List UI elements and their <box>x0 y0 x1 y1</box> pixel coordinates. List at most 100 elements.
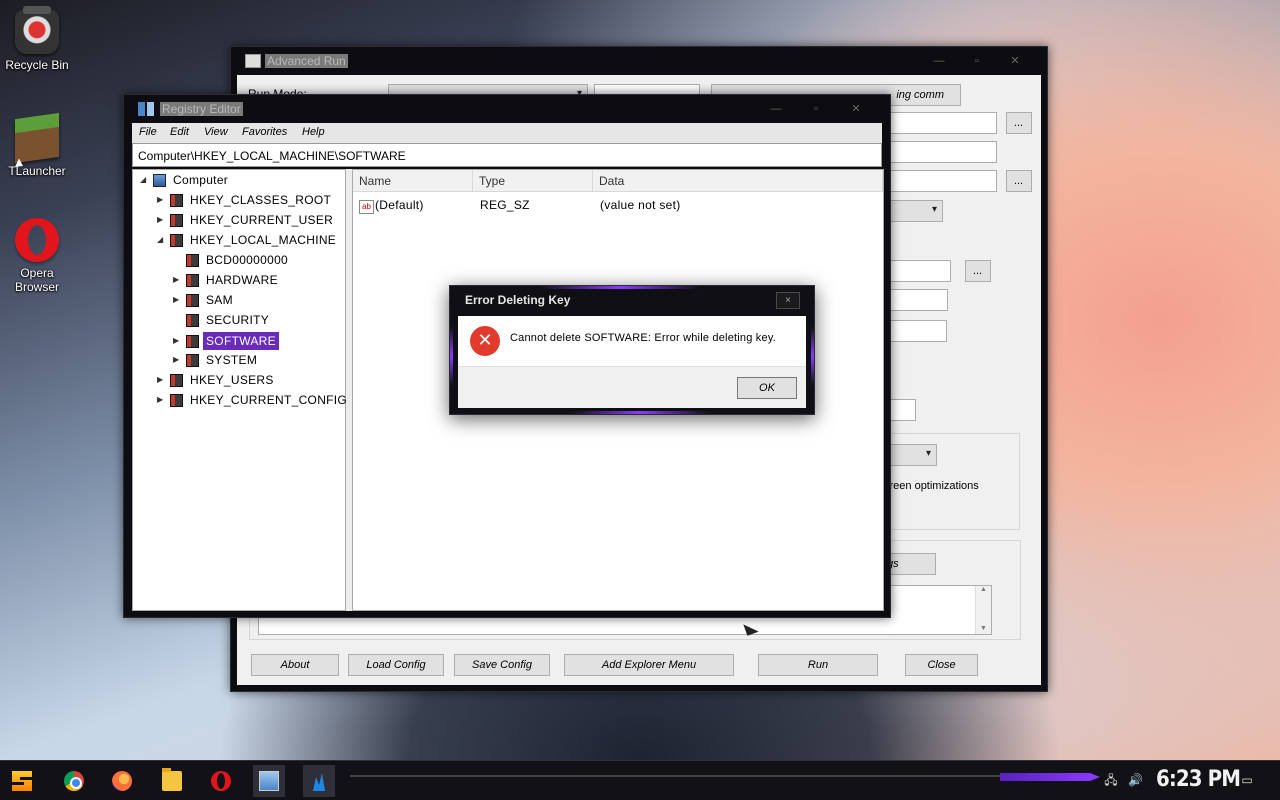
network-icon[interactable]: 🖧 <box>1104 773 1118 787</box>
add-explorer-menu-button[interactable]: Add Explorer Menu <box>564 654 734 676</box>
clock[interactable]: 6:23 PM <box>1156 767 1241 792</box>
save-config-button[interactable]: Save Config <box>454 654 550 676</box>
close-button[interactable]: ✕ <box>840 100 872 118</box>
menu-view[interactable]: View <box>204 126 228 138</box>
collapse-arrow-icon[interactable]: ◢ <box>140 171 146 189</box>
run-button[interactable]: Run <box>758 654 878 676</box>
dialog-title: Error Deleting Key <box>465 293 571 307</box>
tree-node-software-selected[interactable]: SOFTWARE <box>203 332 279 350</box>
registry-key-icon <box>186 254 199 267</box>
ok-button[interactable]: OK <box>737 377 797 399</box>
scroll-up-icon[interactable]: ▲ <box>976 586 991 593</box>
close-config-button[interactable]: Close <box>905 654 978 676</box>
minimize-button[interactable]: — <box>760 100 792 118</box>
desktop-icon-tlauncher[interactable]: TLauncher <box>0 112 74 178</box>
expand-arrow-icon[interactable]: ▶ <box>173 351 179 369</box>
taskbar-app-chrome[interactable] <box>58 765 90 797</box>
expand-arrow-icon[interactable]: ▶ <box>173 291 179 309</box>
error-message: Cannot delete SOFTWARE: Error while dele… <box>510 332 776 344</box>
taskbar-app-opera[interactable] <box>205 765 237 797</box>
dialog-glow-left <box>450 326 453 386</box>
taskbar: 🖧 🔊 6:23 PM ▭ <box>0 760 1280 800</box>
column-header-type[interactable]: Type <box>473 170 593 192</box>
tree-node-sam[interactable]: SAM <box>206 291 233 309</box>
taskbar-app-registry-editor[interactable] <box>253 765 285 797</box>
taskbar-app-firefox[interactable] <box>106 765 138 797</box>
menu-file[interactable]: File <box>139 126 157 138</box>
registry-key-icon <box>186 294 199 307</box>
dialog-glow-right <box>811 326 814 386</box>
close-button[interactable]: ✕ <box>999 52 1031 70</box>
screen-optimizations-label: creen optimizations <box>884 480 979 492</box>
dialog-close-button[interactable]: × <box>776 292 800 309</box>
menu-edit[interactable]: Edit <box>170 126 189 138</box>
expand-arrow-icon[interactable]: ▶ <box>173 332 179 350</box>
value-data: (value not set) <box>600 198 681 212</box>
compat-group: creen optimizations <box>877 433 1020 530</box>
collapse-arrow-icon[interactable]: ◢ <box>157 231 163 249</box>
desktop-icon-recycle-bin[interactable]: Recycle Bin <box>0 6 74 72</box>
advanced-run-icon <box>313 773 325 791</box>
tree-node-hku[interactable]: HKEY_USERS <box>190 371 274 389</box>
registry-hive-icon <box>170 394 183 407</box>
menu-help[interactable]: Help <box>302 126 325 138</box>
tlauncher-icon <box>15 112 59 164</box>
error-icon: ✕ <box>470 326 500 356</box>
desktop-icon-label: TLauncher <box>8 164 66 178</box>
opera-icon <box>211 771 231 791</box>
dialog-glow-top <box>540 286 700 289</box>
scroll-down-icon[interactable]: ▼ <box>976 625 991 632</box>
taskbar-app-file-explorer[interactable] <box>156 765 188 797</box>
menu-favorites[interactable]: Favorites <box>242 126 287 138</box>
maximize-button[interactable]: ▫ <box>961 52 993 70</box>
registry-editor-icon <box>259 771 279 791</box>
start-button[interactable] <box>6 765 38 797</box>
browse-program-button[interactable]: ... <box>1006 112 1032 134</box>
tree-node-hkcr[interactable]: HKEY_CLASSES_ROOT <box>190 191 331 209</box>
maximize-button[interactable]: ▫ <box>800 100 832 118</box>
expand-arrow-icon[interactable]: ▶ <box>173 271 179 289</box>
registry-key-icon <box>186 314 199 327</box>
volume-icon[interactable]: 🔊 <box>1128 773 1143 787</box>
column-header-data[interactable]: Data <box>593 170 883 192</box>
arguments-field[interactable] <box>877 141 997 163</box>
opera-icon <box>15 218 59 262</box>
error-dialog: Error Deleting Key × ✕ Cannot delete SOF… <box>449 285 815 415</box>
chrome-icon <box>64 771 84 791</box>
registry-editor-titlebar[interactable]: Registry Editor — ▫ ✕ <box>124 95 890 123</box>
tree-node-bcd[interactable]: BCD00000000 <box>206 251 288 269</box>
start-directory-field[interactable] <box>877 170 997 192</box>
textarea-scrollbar[interactable]: ▲ ▼ <box>975 586 991 634</box>
program-path-field[interactable] <box>877 112 997 134</box>
registry-key-icon <box>186 335 199 348</box>
string-value-icon: ab <box>359 200 374 214</box>
expand-arrow-icon[interactable]: ▶ <box>157 191 163 209</box>
tree-node-hkcc[interactable]: HKEY_CURRENT_CONFIG <box>190 391 347 409</box>
load-config-button[interactable]: Load Config <box>348 654 444 676</box>
expand-arrow-icon[interactable]: ▶ <box>157 391 163 409</box>
address-bar[interactable]: Computer\HKEY_LOCAL_MACHINE\SOFTWARE <box>132 143 882 167</box>
registry-hive-icon <box>170 374 183 387</box>
advanced-run-titlebar[interactable]: Advanced Run — ▫ ✕ <box>231 47 1047 75</box>
registry-hive-icon <box>170 214 183 227</box>
desktop-icon-opera[interactable]: Opera Browser <box>0 218 74 294</box>
tree-node-hklm[interactable]: HKEY_LOCAL_MACHINE <box>190 231 336 249</box>
tree-node-hardware[interactable]: HARDWARE <box>206 271 278 289</box>
taskbar-app-advanced-run[interactable] <box>303 765 335 797</box>
notification-icon[interactable]: ▭ <box>1240 773 1254 787</box>
column-header-name[interactable]: Name <box>353 170 473 192</box>
top-option-label: ing comm <box>896 89 944 101</box>
value-type: REG_SZ <box>480 198 530 212</box>
address-text: Computer\HKEY_LOCAL_MACHINE\SOFTWARE <box>138 149 406 163</box>
about-button[interactable]: About <box>251 654 339 676</box>
tree-node-computer[interactable]: Computer <box>173 171 228 189</box>
registry-tree: ◢ Computer ▶ HKEY_CLASSES_ROOT ▶ HKEY_CU… <box>132 169 347 611</box>
expand-arrow-icon[interactable]: ▶ <box>157 371 163 389</box>
tree-node-hkcu[interactable]: HKEY_CURRENT_USER <box>190 211 333 229</box>
tree-node-security[interactable]: SECURITY <box>206 311 269 329</box>
browse-directory-button[interactable]: ... <box>1006 170 1032 192</box>
expand-arrow-icon[interactable]: ▶ <box>157 211 163 229</box>
browse-env-button[interactable]: ... <box>965 260 991 282</box>
tree-node-system[interactable]: SYSTEM <box>206 351 257 369</box>
minimize-button[interactable]: — <box>923 52 955 70</box>
